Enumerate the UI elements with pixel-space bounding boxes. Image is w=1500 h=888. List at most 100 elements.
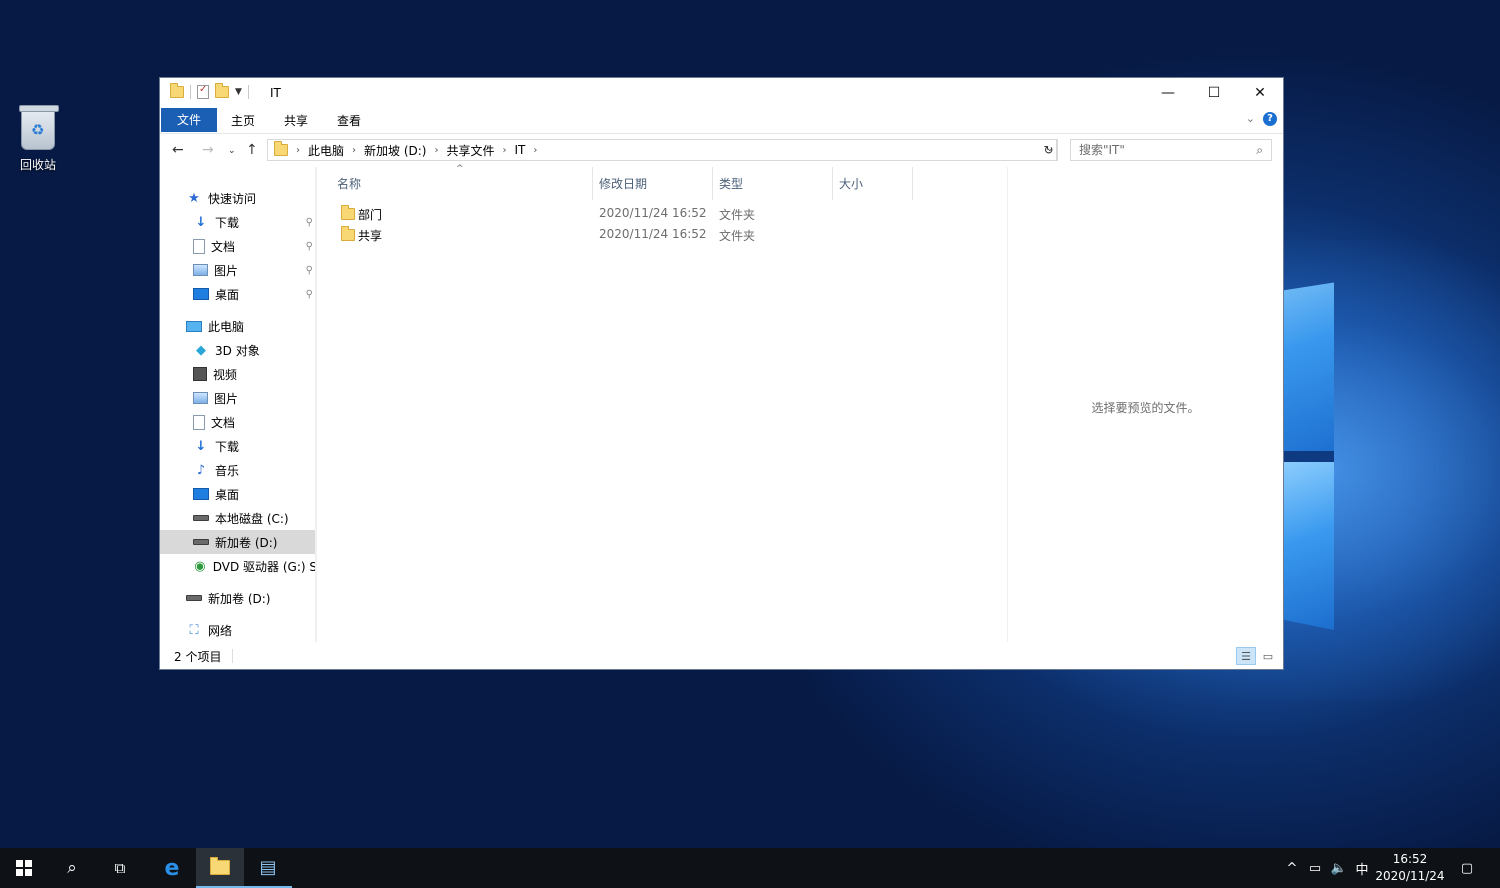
pin-icon[interactable]: ⚲ xyxy=(306,217,313,228)
nav-item-pictures[interactable]: 图片 xyxy=(160,386,317,410)
table-row[interactable]: 共享 2020/11/24 16:52 文件夹 xyxy=(320,224,1010,245)
network-icon: ⛶ xyxy=(189,622,199,638)
nav-item-documents[interactable]: 文档 xyxy=(160,410,317,434)
windows-logo-upper xyxy=(1284,282,1334,451)
volume-muted-icon: 🔈 xyxy=(1330,860,1348,876)
file-explorer-icon xyxy=(210,856,230,875)
recycle-bin-shortcut[interactable]: ♻ 回收站 xyxy=(10,105,66,173)
nav-item-downloads[interactable]: ↓ 下载 ⚲ xyxy=(160,210,317,234)
tab-home[interactable]: 主页 xyxy=(217,109,269,133)
chevron-right-icon[interactable]: › xyxy=(434,145,438,156)
star-icon: ★ xyxy=(188,190,200,206)
tab-share[interactable]: 共享 xyxy=(270,109,322,133)
expand-ribbon-icon[interactable]: ⌄ xyxy=(1246,112,1255,125)
breadcrumb-shared-files[interactable]: 共享文件 xyxy=(446,142,494,159)
volume-tray-button[interactable]: 🔈 xyxy=(1328,848,1350,888)
customize-toolbar-dropdown-icon[interactable]: ▼ xyxy=(235,87,242,97)
windows-start-icon xyxy=(16,860,32,876)
taskbar: ⌕ ⧉ e ▤ ^ ▭ 🔈 中 16:52 2020/11/24 ▢ xyxy=(0,848,1500,888)
chevron-right-icon[interactable]: › xyxy=(503,145,507,156)
nav-drive-d[interactable]: 新加卷 (D:) xyxy=(160,586,317,610)
window-title: IT xyxy=(270,86,281,100)
tab-view[interactable]: 查看 xyxy=(323,109,375,133)
hard-drive-icon xyxy=(193,539,209,545)
search-button[interactable]: ⌕ xyxy=(48,848,96,888)
refresh-button[interactable]: ↻ xyxy=(1040,139,1058,161)
table-row[interactable]: 部门 2020/11/24 16:52 文件夹 xyxy=(320,203,1010,224)
item-count: 2 个项目 xyxy=(174,650,222,664)
nav-label: 图片 xyxy=(214,391,239,406)
folder-icon xyxy=(341,205,355,220)
details-view-button[interactable]: ☰ xyxy=(1236,647,1256,665)
nav-item-3d-objects[interactable]: ◆ 3D 对象 xyxy=(160,338,317,362)
nav-label: 视频 xyxy=(213,367,238,382)
forward-button[interactable]: → xyxy=(202,142,214,158)
recent-locations-dropdown-icon[interactable]: ⌄ xyxy=(228,146,236,156)
toolbar-separator xyxy=(247,85,249,99)
nav-label: 桌面 xyxy=(215,487,240,502)
nav-this-pc[interactable]: 此电脑 xyxy=(160,314,317,338)
desktop-icon xyxy=(193,488,209,500)
start-button[interactable] xyxy=(0,848,48,888)
large-icons-view-button[interactable]: ▭ xyxy=(1258,647,1278,665)
nav-label: 此电脑 xyxy=(208,319,245,334)
file-type: 文件夹 xyxy=(719,208,756,222)
hard-drive-icon xyxy=(186,595,202,601)
tab-file[interactable]: 文件 xyxy=(161,108,217,132)
nav-item-pictures[interactable]: 图片 ⚲ xyxy=(160,258,317,282)
taskbar-internet-explorer[interactable]: e xyxy=(148,848,196,888)
nav-network[interactable]: ⛶ 网络 xyxy=(160,618,317,642)
recycle-bin-icon: ♻ xyxy=(19,105,59,150)
pin-icon[interactable]: ⚲ xyxy=(306,265,313,276)
chevron-right-icon[interactable]: › xyxy=(533,145,537,156)
breadcrumb-this-pc[interactable]: 此电脑 xyxy=(308,142,344,159)
new-folder-icon[interactable] xyxy=(215,83,229,98)
pin-icon[interactable]: ⚲ xyxy=(306,241,313,252)
network-tray-button[interactable]: ▭ xyxy=(1304,848,1326,888)
recycle-bin-label: 回收站 xyxy=(19,158,56,172)
nav-item-desktop[interactable]: 桌面 ⚲ xyxy=(160,282,317,306)
nav-item-drive-d[interactable]: 新加卷 (D:) xyxy=(160,530,317,554)
ime-indicator[interactable]: 中 xyxy=(1352,848,1372,888)
action-center-button[interactable]: ▢ xyxy=(1452,848,1482,888)
nav-item-videos[interactable]: 视频 xyxy=(160,362,317,386)
task-view-button[interactable]: ⧉ xyxy=(96,848,144,888)
nav-scrollbar[interactable] xyxy=(315,167,317,642)
notification-icon: ▢ xyxy=(1460,860,1474,876)
chevron-right-icon[interactable]: › xyxy=(352,145,356,156)
nav-label: 下载 xyxy=(215,215,240,230)
help-icon[interactable]: ? xyxy=(1263,112,1277,126)
nav-label: 网络 xyxy=(208,623,233,638)
clock-date: 2020/11/24 xyxy=(1375,869,1445,883)
column-header-date[interactable]: 修改日期 xyxy=(593,167,713,200)
nav-item-desktop[interactable]: 桌面 xyxy=(160,482,317,506)
address-bar[interactable]: › 此电脑 › 新加坡 (D:) › 共享文件 › IT › ⌄ xyxy=(267,139,1057,161)
breadcrumb-drive-d[interactable]: 新加坡 (D:) xyxy=(364,142,426,159)
maximize-button[interactable]: ☐ xyxy=(1191,78,1237,107)
taskbar-file-explorer[interactable] xyxy=(196,848,244,888)
nav-item-documents[interactable]: 文档 ⚲ xyxy=(160,234,317,258)
clock[interactable]: 16:52 2020/11/24 xyxy=(1372,851,1448,885)
network-icon: ▭ xyxy=(1308,860,1322,876)
search-input[interactable]: 搜索"IT" ⌕ xyxy=(1070,139,1272,161)
show-hidden-icons-button[interactable]: ^ xyxy=(1282,848,1302,888)
nav-item-dvd-drive[interactable]: ◉ DVD 驱动器 (G:) S xyxy=(160,554,317,578)
column-header-size[interactable]: 大小 xyxy=(833,167,913,200)
nav-item-downloads[interactable]: ↓ 下载 xyxy=(160,434,317,458)
nav-quick-access[interactable]: ★ 快速访问 xyxy=(160,186,317,210)
column-header-name[interactable]: 名称 ^ xyxy=(320,164,593,200)
nav-item-music[interactable]: ♪ 音乐 xyxy=(160,458,317,482)
minimize-button[interactable]: — xyxy=(1145,78,1191,107)
column-header-type[interactable]: 类型 xyxy=(713,167,833,200)
breadcrumb-it[interactable]: IT xyxy=(515,143,526,157)
taskbar-server-manager[interactable]: ▤ xyxy=(244,848,292,888)
chevron-right-icon[interactable]: › xyxy=(296,145,300,156)
properties-icon[interactable] xyxy=(197,84,209,99)
file-list: 名称 ^ 修改日期 类型 大小 部门 2020/11/24 16:52 文件夹 … xyxy=(320,164,1010,642)
nav-item-drive-c[interactable]: 本地磁盘 (C:) xyxy=(160,506,317,530)
close-button[interactable]: ✕ xyxy=(1237,78,1283,107)
pictures-icon xyxy=(193,264,208,276)
up-button[interactable]: ↑ xyxy=(246,142,258,158)
back-button[interactable]: ← xyxy=(172,142,184,158)
pin-icon[interactable]: ⚲ xyxy=(306,289,313,300)
